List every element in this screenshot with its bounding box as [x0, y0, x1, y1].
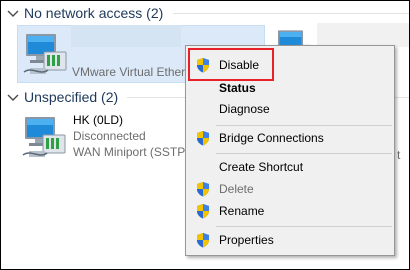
chevron-down-icon[interactable] — [5, 89, 21, 105]
network-adapter-icon — [19, 113, 67, 161]
group-divider — [173, 13, 409, 14]
menu-item-label: Rename — [219, 204, 265, 218]
menu-item-properties[interactable]: Properties — [187, 229, 393, 251]
uac-shield-icon — [195, 57, 211, 73]
uac-shield-icon — [195, 181, 211, 197]
chevron-down-icon[interactable] — [5, 5, 21, 21]
uac-shield-icon — [195, 232, 211, 248]
uac-shield-icon — [195, 130, 211, 146]
network-connections-window: No network access (2) VMware Virtual Eth… — [0, 0, 410, 270]
menu-item-status[interactable]: Status — [187, 77, 393, 99]
adapter-status: Disconnected — [73, 129, 146, 143]
context-menu: Disable Status Diagnose Bridge Connectio… — [185, 45, 395, 256]
redacted-adapter-name — [71, 25, 181, 47]
menu-item-bridge-connections[interactable]: Bridge Connections — [187, 127, 393, 149]
menu-separator — [216, 226, 392, 227]
menu-item-create-shortcut[interactable]: Create Shortcut — [187, 156, 393, 178]
adapter-device-name-partial: t — [397, 148, 401, 162]
menu-item-label: Create Shortcut — [219, 160, 304, 174]
menu-separator — [216, 153, 392, 154]
group-header-no-network-access[interactable]: No network access (2) — [1, 3, 409, 23]
group-title: No network access (2) — [24, 5, 164, 21]
menu-item-rename[interactable]: Rename — [187, 200, 393, 222]
menu-separator — [216, 125, 392, 126]
menu-item-delete: Delete — [187, 178, 393, 200]
menu-item-label: Status — [219, 81, 256, 95]
menu-item-label: Properties — [219, 233, 274, 247]
menu-item-label: Delete — [219, 182, 254, 196]
network-adapter-icon — [20, 30, 68, 78]
adapter-device-name: WAN Miniport (SSTP) — [73, 145, 190, 159]
menu-item-label: Disable — [219, 58, 260, 72]
group-title: Unspecified (2) — [24, 89, 119, 105]
menu-item-label: Bridge Connections — [219, 131, 324, 145]
uac-shield-icon — [195, 203, 211, 219]
adapter-device-name: VMware Virtual Ether — [72, 65, 186, 79]
menu-item-disable[interactable]: Disable — [187, 54, 393, 76]
adapter-name: HK (0LD) — [73, 113, 124, 127]
redacted-adapter-name — [317, 23, 409, 47]
menu-item-label: Diagnose — [219, 102, 270, 116]
menu-item-diagnose[interactable]: Diagnose — [187, 98, 393, 120]
